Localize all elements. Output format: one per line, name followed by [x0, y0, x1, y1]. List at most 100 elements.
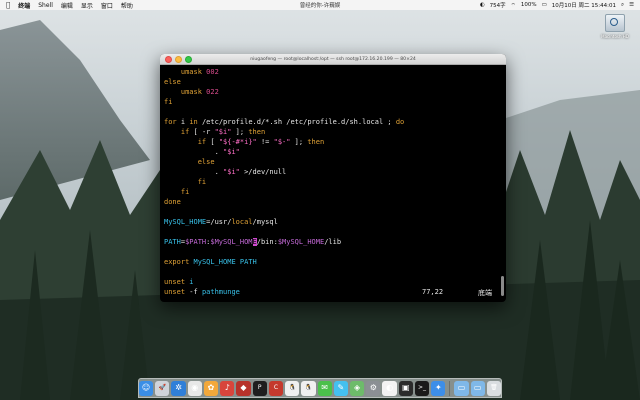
scrollbar-thumb[interactable]: [501, 276, 504, 296]
code-token: ];: [231, 128, 249, 136]
terminal-icon[interactable]: >_: [414, 380, 430, 396]
terminal-scrollbar[interactable]: [501, 66, 504, 298]
maps-icon[interactable]: ◈: [350, 380, 365, 396]
hard-drive-icon: [605, 14, 625, 32]
code-token: "${-#*i}": [218, 138, 257, 146]
terminal-line: PATH=$PATH:$MySQL_HOME/bin:$MySQL_HOME/l…: [164, 237, 506, 247]
code-token: MySQL_HOME: [164, 218, 207, 226]
code-token: then: [307, 138, 325, 146]
terminal-content[interactable]: umask 002 else umask 022 fi for i in /etc/p…: [160, 65, 506, 302]
database-app-icon[interactable]: ◆: [236, 380, 251, 396]
code-token: local: [231, 218, 253, 226]
battery-percent[interactable]: 100%: [521, 2, 537, 8]
terminal-line: unset i: [164, 277, 506, 287]
menu-app-name[interactable]: 终端: [18, 1, 30, 10]
messages-icon[interactable]: ✎: [333, 380, 348, 396]
vmware-icon[interactable]: ▣: [398, 380, 413, 396]
code-token: PATH: [164, 238, 181, 246]
code-token: "$i": [214, 128, 232, 136]
terminal-line: umask 022: [164, 87, 506, 97]
code-token: fi: [197, 178, 207, 186]
vim-status-line: 77,22 底端: [160, 288, 506, 298]
documents-folder-icon[interactable]: ▭: [470, 380, 485, 396]
terminal-line: else: [164, 157, 506, 167]
desktop-drive-label: Macintosh HD: [601, 34, 629, 39]
battery-icon[interactable]: ▭: [542, 2, 547, 8]
spotlight-search-icon[interactable]: ⌕: [621, 2, 624, 9]
qq-icon[interactable]: 🐧: [285, 380, 300, 396]
code-token: /bin:: [256, 238, 278, 246]
window-zoom-button[interactable]: [185, 55, 192, 63]
window-close-button[interactable]: [165, 55, 172, 63]
now-playing-text[interactable]: 曾经的你-许巍娱: [270, 1, 370, 9]
code-token: /lib: [324, 238, 342, 246]
menu-window[interactable]: 窗口: [101, 1, 113, 10]
terminal-line: fi: [164, 187, 506, 197]
browser-icon[interactable]: ◐: [382, 380, 397, 396]
terminal-line: fi: [164, 97, 506, 107]
qq-alt-icon[interactable]: 🐧: [301, 380, 316, 396]
code-token: else: [164, 78, 181, 86]
code-token: if: [197, 138, 207, 146]
code-token: !=: [256, 138, 274, 146]
menu-view[interactable]: 显示: [81, 1, 93, 10]
terminal-line: umask 002: [164, 67, 506, 77]
code-token: fi: [180, 188, 190, 196]
code-token: else: [197, 158, 215, 166]
downloads-folder-icon[interactable]: ▭: [454, 380, 469, 396]
code-token: 022: [206, 88, 219, 96]
launchpad-icon[interactable]: 🚀: [155, 380, 170, 396]
wifi-icon[interactable]: ⌔: [511, 2, 516, 9]
scroll-position-indicator: 底端: [478, 289, 492, 297]
code-token: export: [164, 258, 190, 266]
terminal-line: for i in /etc/profile.d/*.sh /etc/profil…: [164, 117, 506, 127]
menubar-clock[interactable]: 10月10日 周二 15:44:01: [552, 1, 616, 9]
code-token: [ -r: [189, 128, 215, 136]
window-minimize-button[interactable]: [175, 55, 182, 63]
xcode-icon[interactable]: ✦: [431, 380, 446, 396]
music-app-icon[interactable]: ♪: [220, 380, 235, 396]
terminal-titlebar[interactable]: niugaofeng — root@localhost:/opt — ssh r…: [160, 54, 506, 65]
code-token: do: [395, 118, 405, 126]
code-token: $PATH: [185, 238, 207, 246]
apple-icon[interactable]: : [6, 1, 10, 9]
word-count-status[interactable]: 754字: [490, 1, 506, 9]
code-token: "$i": [223, 148, 240, 156]
trash-icon[interactable]: 🗑: [486, 380, 502, 396]
code-token: "$i": [223, 168, 240, 176]
terminal-line: export MySQL_HOME PATH: [164, 257, 506, 267]
wechat-icon[interactable]: ✉: [317, 380, 332, 396]
terminal-line: done: [164, 197, 506, 207]
terminal-line: else: [164, 77, 506, 87]
code-token: for: [164, 118, 177, 126]
notification-center-icon[interactable]: ☰: [629, 2, 634, 8]
code-app-icon[interactable]: C: [268, 380, 284, 396]
photo-app-icon[interactable]: ✿: [203, 380, 219, 396]
pycharm-icon[interactable]: P: [252, 380, 267, 396]
menu-edit[interactable]: 编辑: [61, 1, 73, 10]
code-token: 002: [206, 68, 219, 76]
code-token: $MySQL_HOME: [277, 238, 325, 246]
system-preferences-icon[interactable]: ⚙: [366, 380, 381, 396]
terminal-window[interactable]: niugaofeng — root@localhost:/opt — ssh r…: [160, 54, 506, 302]
cursor-position: 77,22: [422, 288, 444, 296]
finder-icon[interactable]: ☺: [138, 380, 154, 396]
menu-shell[interactable]: Shell: [38, 2, 53, 9]
chrome-icon[interactable]: ◉: [187, 380, 202, 396]
code-token: done: [164, 198, 181, 206]
input-source-icon[interactable]: ◐: [480, 2, 485, 8]
desktop-drive-icon[interactable]: Macintosh HD: [601, 14, 629, 44]
menu-help[interactable]: 帮助: [121, 1, 133, 10]
safari-icon[interactable]: ✲: [171, 380, 186, 396]
code-token: .: [164, 168, 224, 176]
code-token: [: [206, 138, 219, 146]
code-token: then: [248, 128, 266, 136]
